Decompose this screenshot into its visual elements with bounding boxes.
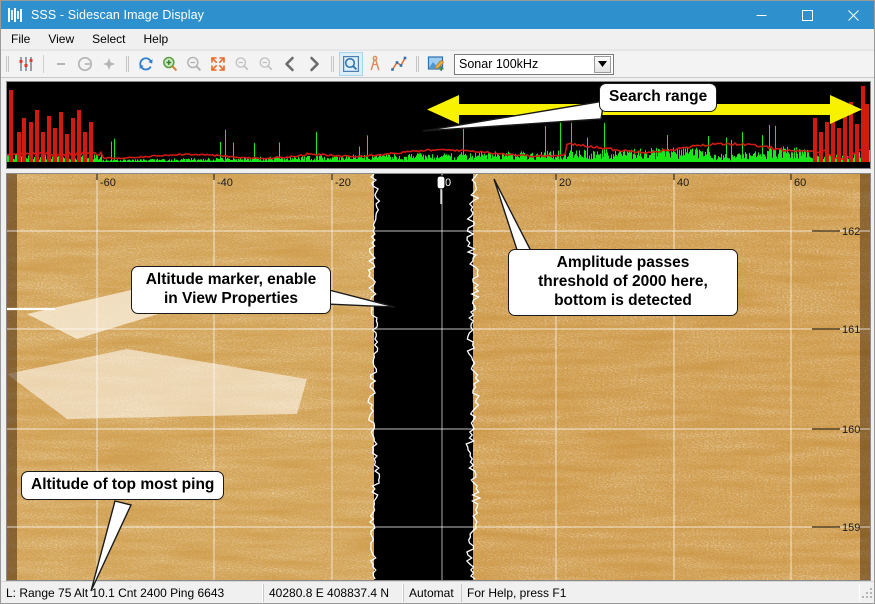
status-coordinates: 40280.8 E 408837.4 N: [263, 584, 403, 602]
search-range-callout-tail: [419, 97, 619, 133]
svg-text:-60: -60: [100, 177, 116, 189]
minus-icon[interactable]: [49, 52, 73, 76]
svg-text:-20: -20: [335, 177, 351, 189]
toolbar-grip-3[interactable]: [329, 54, 337, 74]
close-icon[interactable]: [830, 1, 875, 29]
toolbar-grip-2[interactable]: [124, 54, 132, 74]
amplitude-callout-tail: [456, 177, 576, 257]
chevron-down-icon[interactable]: [594, 56, 611, 73]
colormap-icon[interactable]: [424, 52, 448, 76]
maximize-icon[interactable]: [784, 1, 830, 29]
altitude-marker-callout-tail: [323, 285, 398, 315]
title-bar: SSS - Sidescan Image Display: [1, 1, 875, 29]
status-help-text: For Help, press F1: [461, 584, 860, 602]
fit-to-window-icon[interactable]: [206, 52, 230, 76]
zoom-out-icon[interactable]: [182, 52, 206, 76]
svg-text:-40: -40: [217, 177, 233, 189]
callout-altitude-marker: Altitude marker, enable in View Properti…: [131, 266, 331, 314]
callout-search-range: Search range: [599, 83, 717, 112]
menu-item-select[interactable]: Select: [84, 30, 133, 48]
select-area-icon[interactable]: [339, 52, 363, 76]
window-title: SSS - Sidescan Image Display: [31, 8, 204, 22]
channels-icon[interactable]: [14, 52, 38, 76]
menu-item-help[interactable]: Help: [136, 30, 177, 48]
callout-topmost-ping: Altitude of top most ping: [21, 471, 224, 500]
zoom-minus-gray-icon[interactable]: [230, 52, 254, 76]
sonar-frequency-select[interactable]: Sonar 100kHz: [454, 54, 614, 75]
window-controls: [738, 1, 875, 29]
zoom-minus-gray2-icon[interactable]: [254, 52, 278, 76]
zoom-in-icon[interactable]: [158, 52, 182, 76]
application-window: SSS - Sidescan Image Display File View S…: [0, 0, 875, 604]
svg-text:159: 159: [842, 522, 860, 534]
toolbar: Sonar 100kHz: [1, 50, 875, 78]
toolbar-grip-4[interactable]: [414, 54, 422, 74]
resize-grip-icon[interactable]: [860, 586, 874, 600]
menu-item-view[interactable]: View: [40, 30, 82, 48]
svg-text:0: 0: [445, 177, 451, 189]
status-mode: Automat: [403, 584, 461, 602]
callout-amplitude-threshold: Amplitude passes threshold of 2000 here,…: [508, 249, 738, 316]
svg-text:162: 162: [842, 226, 860, 238]
previous-icon[interactable]: [278, 52, 302, 76]
svg-text:161: 161: [842, 324, 860, 336]
refresh-icon[interactable]: [134, 52, 158, 76]
svg-text:60: 60: [794, 177, 806, 189]
next-icon[interactable]: [302, 52, 326, 76]
sonar-frequency-value: Sonar 100kHz: [455, 57, 594, 71]
menu-bar: File View Select Help: [1, 29, 875, 50]
toolbar-grip[interactable]: [4, 54, 12, 74]
sidescan-app-icon: [8, 7, 24, 23]
polyline-icon[interactable]: [387, 52, 411, 76]
divider-icon[interactable]: [363, 52, 387, 76]
minimize-icon[interactable]: [738, 1, 784, 29]
svg-text:160: 160: [842, 424, 860, 436]
topmost-ping-callout-tail: [79, 499, 139, 595]
port-channel-image: [7, 174, 374, 580]
gain-icon[interactable]: [73, 52, 97, 76]
svg-text:40: 40: [677, 177, 689, 189]
plus-thick-icon[interactable]: [97, 52, 121, 76]
menu-item-file[interactable]: File: [3, 30, 38, 48]
toolbar-separator: [43, 55, 44, 73]
